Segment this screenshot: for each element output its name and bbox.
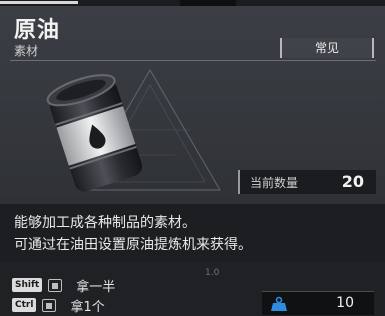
description-line-1: 能够加工成各种制品的素材。	[14, 215, 196, 231]
action-take-one[interactable]: Ctrl 拿1个	[12, 296, 105, 315]
current-count-label: 当前数量	[250, 176, 299, 190]
mouse-click-icon	[42, 298, 57, 312]
weight-icon	[271, 296, 287, 311]
item-category: 素材	[14, 44, 39, 58]
rarity-label: 常见	[314, 41, 339, 55]
quantity-value: 10	[336, 295, 354, 311]
shift-key: Shift	[12, 278, 43, 292]
take-half-label: 拿一半	[76, 279, 116, 295]
take-one-label: 拿1个	[70, 299, 105, 315]
item-title: 原油	[14, 18, 61, 43]
current-count-value: 20	[341, 172, 364, 191]
current-count-box: 当前数量 20	[238, 170, 376, 194]
scale-tick: 1.0	[205, 268, 220, 278]
top-progress	[0, 1, 78, 4]
action-take-half[interactable]: Shift 拿一半	[12, 276, 116, 295]
oil-barrel-icon	[46, 74, 143, 192]
quantity-box[interactable]: 10	[262, 291, 374, 315]
description-line-2: 可通过在油田设置原油提炼机来获得。	[14, 237, 252, 253]
mouse-click-icon	[48, 278, 63, 292]
rarity-badge: 常见	[280, 38, 374, 58]
ctrl-key: Ctrl	[12, 298, 37, 312]
